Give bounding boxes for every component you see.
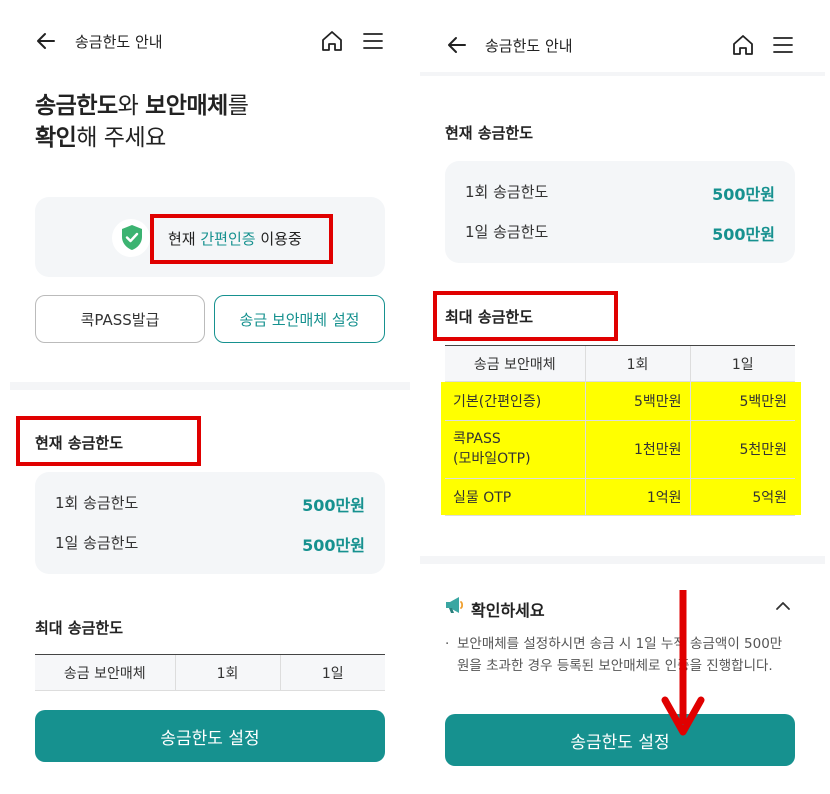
max-limit-title: 최대 송금한도 bbox=[35, 619, 124, 637]
table-header: 1일 bbox=[689, 345, 795, 382]
media-cell: 기본(간편인증) bbox=[445, 382, 585, 421]
table-header: 1회 bbox=[174, 654, 280, 691]
section-divider bbox=[420, 556, 825, 564]
chevron-up-icon[interactable] bbox=[774, 599, 792, 613]
current-limit-card bbox=[35, 472, 385, 574]
daily-limit-label: 1일 송금한도 bbox=[55, 534, 139, 552]
once-limit-value: 500만원 bbox=[302, 496, 365, 515]
max-limit-rows: 기본(간편인증) 5백만원 5백만원 콕PASS (모바일OTP) 1천만원 5… bbox=[445, 382, 795, 516]
annotation-box bbox=[16, 416, 201, 466]
back-arrow-icon[interactable] bbox=[446, 34, 468, 56]
once-limit-value: 500만원 bbox=[712, 185, 775, 204]
daily-cell: 5억원 bbox=[689, 478, 795, 516]
annotation-box bbox=[150, 214, 333, 264]
header-shadow bbox=[420, 72, 825, 76]
max-limit-table: 송금 보안매체 1회 1일 bbox=[445, 345, 795, 382]
down-arrow-annotation-icon bbox=[661, 590, 705, 736]
security-setting-button[interactable]: 송금 보안매체 설정 bbox=[214, 295, 385, 343]
once-cell: 1억원 bbox=[584, 478, 690, 516]
max-limit-table: 송금 보안매체 1회 1일 bbox=[35, 654, 385, 691]
limit-setting-button[interactable]: 송금한도 설정 bbox=[35, 710, 385, 762]
daily-limit-value: 500만원 bbox=[712, 225, 775, 244]
table-header: 1회 bbox=[584, 345, 690, 382]
table-row: 콕PASS (모바일OTP) 1천만원 5천만원 bbox=[445, 420, 795, 479]
pass-issue-button[interactable]: 콕PASS발급 bbox=[35, 295, 205, 343]
table-row: 기본(간편인증) 5백만원 5백만원 bbox=[445, 382, 795, 421]
menu-icon[interactable] bbox=[771, 33, 795, 57]
right-screen: 송금한도 안내 현재 송금한도 1회 송금한도 500만원 1일 송금한도 50… bbox=[415, 0, 830, 794]
once-cell: 5백만원 bbox=[584, 382, 690, 421]
shield-check-icon bbox=[122, 225, 142, 250]
headline: 송금한도와 보안매체를 확인해 주세요 bbox=[35, 93, 249, 151]
current-limit-card bbox=[445, 161, 795, 263]
table-header: 1일 bbox=[279, 654, 385, 691]
notice-title: 확인하세요 bbox=[471, 601, 545, 620]
section-divider bbox=[10, 382, 410, 390]
megaphone-icon bbox=[446, 597, 464, 613]
once-limit-label: 1회 송금한도 bbox=[465, 183, 549, 201]
table-header: 송금 보안매체 bbox=[35, 654, 175, 691]
limit-setting-button[interactable]: 송금한도 설정 bbox=[445, 714, 795, 766]
notice-body: · 보안매체를 설정하시면 송금 시 1일 누적 송금액이 500만원을 초과한 … bbox=[445, 636, 783, 674]
home-icon[interactable] bbox=[731, 33, 755, 57]
daily-limit-label: 1일 송금한도 bbox=[465, 223, 549, 241]
annotation-box bbox=[433, 291, 618, 341]
back-arrow-icon[interactable] bbox=[35, 30, 57, 52]
once-limit-label: 1회 송금한도 bbox=[55, 494, 139, 512]
home-icon[interactable] bbox=[320, 29, 344, 53]
media-cell: 콕PASS (모바일OTP) bbox=[445, 420, 585, 479]
page-title: 송금한도 안내 bbox=[485, 37, 573, 55]
left-screen: 송금한도 안내 송금한도와 보안매체를 확인해 주세요 현재 간편인증 이용중 … bbox=[0, 0, 415, 794]
daily-cell: 5천만원 bbox=[689, 420, 795, 479]
media-cell: 실물 OTP bbox=[445, 478, 585, 516]
current-limit-title: 현재 송금한도 bbox=[445, 124, 534, 142]
daily-limit-value: 500만원 bbox=[302, 536, 365, 555]
once-cell: 1천만원 bbox=[584, 420, 690, 479]
table-row: 실물 OTP 1억원 5억원 bbox=[445, 478, 795, 516]
daily-cell: 5백만원 bbox=[689, 382, 795, 421]
menu-icon[interactable] bbox=[361, 29, 385, 53]
page-title: 송금한도 안내 bbox=[75, 33, 163, 51]
table-header: 송금 보안매체 bbox=[445, 345, 585, 382]
